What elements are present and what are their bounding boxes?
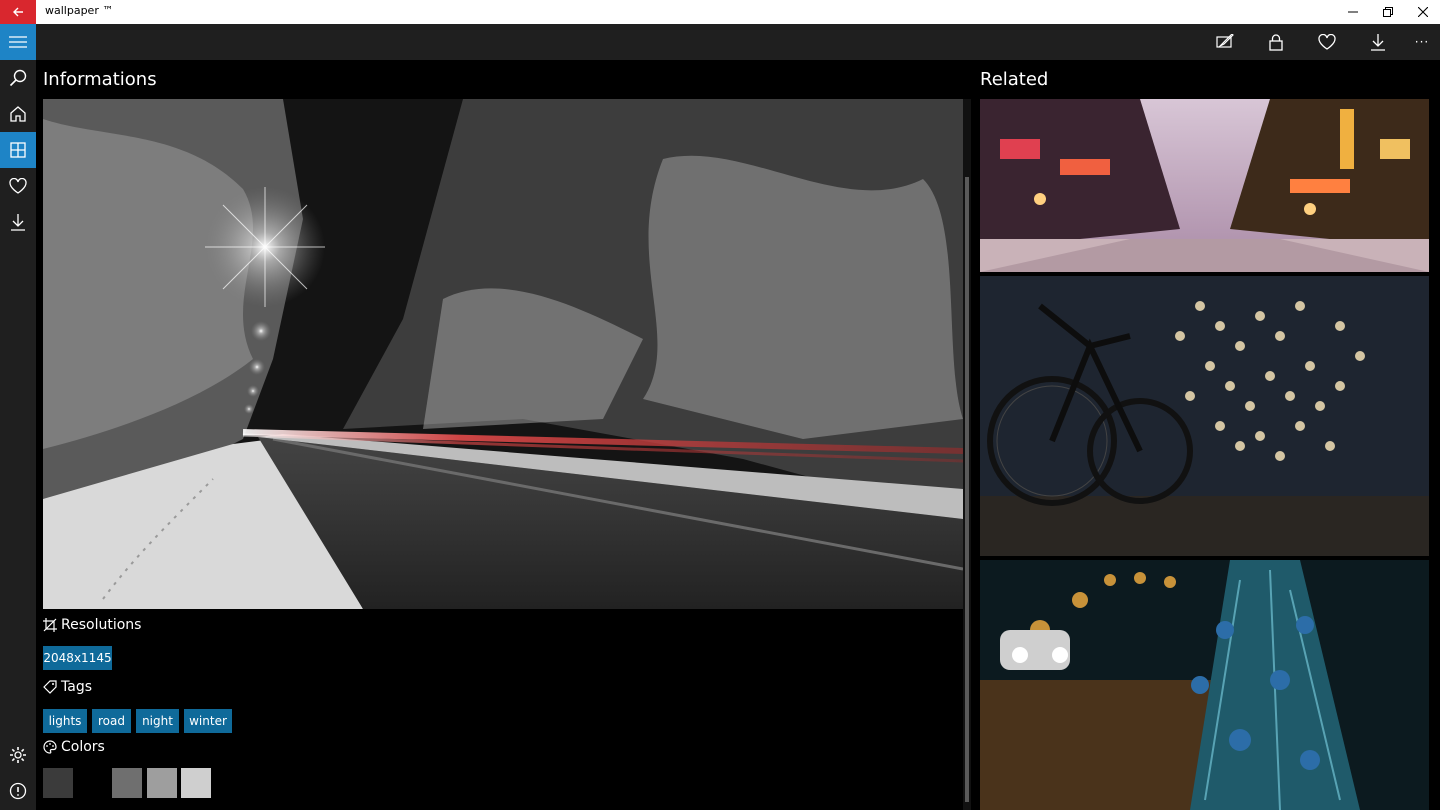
restore-icon [1383, 7, 1393, 17]
set-wallpaper-icon [1216, 34, 1234, 48]
minimize-icon [1348, 11, 1358, 13]
scrollbar-thumb[interactable] [965, 177, 969, 802]
color-swatch[interactable] [43, 768, 73, 798]
resolution-chip[interactable]: 2048x1145 [43, 646, 112, 670]
restore-button[interactable] [1371, 0, 1405, 24]
tag-chip-winter[interactable]: winter [184, 709, 232, 733]
crop-icon [43, 618, 57, 632]
more-button[interactable]: ··· [1402, 24, 1440, 60]
arrow-left-icon [13, 7, 23, 17]
download-icon [11, 214, 25, 231]
favorite-button[interactable] [1307, 24, 1347, 60]
sidebar-item-home[interactable] [0, 96, 36, 132]
resolutions-header: Resolutions [43, 617, 141, 633]
tag-chip-road[interactable]: road [92, 709, 131, 733]
tags-label: Tags [61, 679, 92, 695]
command-bar: ··· [36, 24, 1440, 60]
sidebar-item-settings[interactable] [0, 737, 36, 773]
color-swatch[interactable] [147, 768, 177, 798]
heart-icon [1318, 34, 1336, 50]
title-bar: wallpaper ™ [0, 0, 1440, 24]
lock-icon [1269, 33, 1283, 51]
sidebar [0, 24, 36, 810]
colors-header: Colors [43, 739, 105, 755]
sidebar-item-collections[interactable] [0, 132, 36, 168]
app-title: wallpaper ™ [45, 4, 114, 17]
home-icon [10, 106, 26, 122]
palette-icon [43, 740, 57, 754]
tag-icon [43, 680, 57, 694]
resolutions-label: Resolutions [61, 617, 142, 633]
related-title: Related [980, 69, 1049, 90]
download-icon [1371, 34, 1385, 51]
sidebar-item-about[interactable] [0, 773, 36, 809]
color-swatch[interactable] [181, 768, 211, 798]
search-icon [9, 69, 27, 87]
gear-icon [10, 747, 26, 763]
color-swatch[interactable] [112, 768, 142, 798]
hamburger-menu-button[interactable] [0, 24, 36, 60]
page-title: Informations [43, 69, 157, 90]
close-icon [1418, 7, 1428, 17]
info-icon [9, 782, 27, 800]
related-wallpaper-christmas-tree[interactable] [980, 560, 1429, 810]
download-button[interactable] [1358, 24, 1398, 60]
grid-icon [10, 142, 26, 158]
colors-label: Colors [61, 739, 105, 755]
back-button[interactable] [0, 0, 36, 24]
tag-chip-lights[interactable]: lights [43, 709, 87, 733]
color-swatch[interactable] [78, 768, 108, 798]
tags-header: Tags [43, 679, 92, 695]
sidebar-item-downloads[interactable] [0, 204, 36, 240]
minimize-button[interactable] [1336, 0, 1370, 24]
related-wallpaper-city-snow[interactable] [980, 99, 1429, 272]
sidebar-item-favorites[interactable] [0, 168, 36, 204]
vertical-scrollbar[interactable] [963, 99, 971, 810]
tag-chip-night[interactable]: night [136, 709, 179, 733]
sidebar-item-search[interactable] [0, 60, 36, 96]
heart-icon [9, 178, 27, 194]
related-wallpaper-bicycle-lights[interactable] [980, 276, 1429, 556]
lock-screen-button[interactable] [1256, 24, 1296, 60]
hamburger-icon [9, 36, 27, 48]
close-button[interactable] [1406, 0, 1440, 24]
wallpaper-preview-image[interactable] [43, 99, 963, 609]
set-wallpaper-button[interactable] [1205, 24, 1245, 60]
